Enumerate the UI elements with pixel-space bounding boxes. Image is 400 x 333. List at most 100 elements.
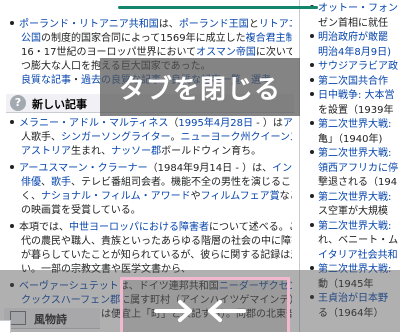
question-icon: ? (10, 95, 26, 111)
article-link[interactable]: 良質な記事 (21, 75, 71, 86)
article-link[interactable]: ナショナル・フィルム・アワード (41, 191, 191, 202)
close-tab-overlay[interactable]: タブを閉じる (100, 58, 300, 116)
article-link[interactable]: ニューヨーク州クイーンズ区 (181, 132, 293, 143)
side-item-text[interactable]: オットー・フォン (318, 3, 398, 14)
text-span: の映画賞を受賞している。 (21, 205, 141, 216)
text-span: の制度的国家合同によって1569年に成立した (41, 33, 246, 44)
article-link[interactable]: 1995年4月28日 (178, 118, 253, 129)
text-span: 、テレビ番組司会者。機能不全の男性を演じることが多 (71, 177, 292, 188)
bullet-icon (310, 121, 314, 125)
text-line: 俳優、歌手、テレビ番組司会者。機能不全の男性を演じることが多 (8, 176, 292, 190)
article-link[interactable]: 俳優 (21, 177, 41, 188)
side-list-item[interactable]: オットー・フォン (310, 2, 400, 16)
text-span: - ）は (252, 118, 283, 129)
article-link[interactable]: シンガーソングライター (61, 132, 171, 143)
side-list-item[interactable]: 第二次世界大戦: (310, 118, 400, 132)
side-list-item[interactable]: 明治4年8月9日) (318, 46, 400, 60)
text-span: 人歌手、 (21, 132, 61, 143)
article-link[interactable]: 公国 (21, 33, 41, 44)
text-span: や (190, 191, 201, 202)
text-span: に次いで広大か (255, 47, 292, 58)
side-item-text[interactable]: 第二次世界大戦: (318, 221, 391, 232)
bullet-icon (310, 34, 314, 38)
article-link[interactable]: メラニー・アドル・マルティネス (19, 118, 168, 129)
side-list-item: れ、ベニート・ム (318, 234, 400, 248)
bullet-icon (310, 77, 314, 82)
side-item-text[interactable]: 明治政府が敢罷 (318, 32, 388, 43)
text-line: く、ナショナル・フィルム・アワードやフィルムフェア賞など複数 (8, 190, 292, 204)
bullet-icon (310, 222, 314, 227)
side-item-text: を設置（1939年 (318, 104, 394, 116)
text-span: 。 (170, 132, 181, 143)
article-link[interactable]: ポーランド王国 (179, 19, 249, 30)
article-link[interactable]: アーユスマーン・クラーナー (19, 163, 148, 174)
bullet-icon (10, 120, 14, 124)
text-span: ボールドウィン育ち。 (161, 146, 262, 157)
bullet-icon (10, 165, 14, 169)
text-span: 代の農民や職人、貴族といったあらゆる階層の社会の中に障害者 (21, 236, 292, 247)
bullet-icon (310, 92, 314, 96)
side-list-item: 撃退される（194 (318, 176, 400, 190)
article-link[interactable]: インド (272, 163, 292, 174)
side-list-item[interactable]: 第二次国共合作 (310, 75, 400, 89)
side-item-text[interactable]: 第二次世界大戦: (318, 119, 391, 130)
article-link[interactable]: 歌手 (51, 177, 71, 188)
side-item-text: れ、ベニート・ム (318, 235, 399, 246)
side-list-item: を設置（1939年 (318, 104, 400, 118)
text-line: の映画賞を受賞している。 (8, 204, 292, 218)
text-span: と (248, 19, 259, 30)
side-list-item: ス空軍が大規模 (318, 205, 400, 219)
text-span: （ (168, 118, 179, 129)
side-list-item[interactable]: イタリア社会共和 (318, 249, 400, 263)
section-title: 新しい記事 (32, 98, 87, 111)
bullet-icon (310, 193, 314, 198)
side-list-item[interactable]: 第二次世界大戦: (310, 220, 400, 234)
article-link[interactable]: ポーランド・リトアニア共和国 (19, 19, 159, 30)
side-item-text[interactable]: 第二次世界大戦: (318, 148, 391, 159)
side-list-item[interactable]: 第二次世界大戦: (310, 147, 400, 161)
text-span: 生まれ、 (71, 146, 112, 157)
text-line: アストリア生まれ、ナッソー郡ボールドウィン育ち。 (8, 145, 292, 159)
text-span: 本項では、 (19, 222, 69, 233)
side-item-text[interactable]: 第二次世界大戦: (318, 192, 391, 203)
side-list-item[interactable]: 明治政府が敢罷 (310, 31, 400, 45)
side-list-item[interactable]: 領西アフリカに停 (318, 162, 400, 176)
article-link[interactable]: ナッソー郡 (111, 146, 161, 157)
text-span: 16・17世紀のヨーロッパ世界において (21, 47, 197, 58)
side-list-item[interactable]: サウジアラビア政 (310, 60, 400, 74)
side-item-text: ゼン首相に就任 (318, 17, 388, 29)
article-link[interactable]: アメリカ (283, 118, 292, 129)
text-line: 本項では、中世ヨーロッパにおける障害者について述べる。この時 (8, 221, 292, 235)
side-item-text[interactable]: イタリア社会共和 (318, 250, 398, 261)
text-span: 、 (41, 177, 51, 188)
article-link[interactable]: 中世ヨーロッパにおける障害者 (69, 222, 209, 233)
side-item-text[interactable]: 領西アフリカに停 (318, 163, 398, 174)
side-item-text[interactable]: 日中戦争: 大本営 (318, 90, 395, 101)
side-list-item[interactable]: 日中戦争: 大本営 (310, 89, 400, 103)
side-list-item: 亀」（1940年) (318, 133, 400, 147)
side-item-text: 亀」（1940年) (318, 133, 383, 145)
text-span: （1984年9月14日 - ）は、 (147, 163, 273, 174)
side-list-item: ゼン首相に就任 (318, 17, 400, 31)
text-line: 代の農民や職人、貴族といったあらゆる階層の社会の中に障害者 (8, 235, 292, 249)
side-item-text: 撃退される（194 (318, 177, 398, 188)
side-item-text[interactable]: サウジアラビア政 (318, 61, 398, 72)
corner-tab[interactable] (0, 320, 11, 333)
article-link[interactable]: 複合君主制 (246, 33, 292, 44)
text-span: ・ (71, 75, 81, 86)
text-span: について述べる。この時 (209, 222, 292, 233)
side-list-item[interactable]: 第二次世界大戦: (310, 191, 400, 205)
side-item-text[interactable]: 第二次国共合作 (318, 76, 388, 87)
side-item-text: ス空軍が大規模 (318, 206, 388, 217)
article-link[interactable]: リトアニア大 (259, 19, 292, 30)
side-item-text[interactable]: 明治4年8月9日) (318, 47, 391, 58)
article-link[interactable]: アストリア (21, 146, 71, 157)
close-tab-label: タブを閉じる (118, 75, 281, 105)
swipe-arrows-icon (154, 300, 246, 322)
text-line: ポーランド・リトアニア共和国は、ポーランド王国とリトアニア大 (8, 18, 292, 32)
article-link[interactable]: フィルムフェア賞 (201, 191, 280, 202)
bullet-icon (310, 150, 314, 154)
article-link[interactable]: オスマン帝国 (196, 47, 256, 58)
text-span: が暮らしていたことが知られているが、彼らに関する記録は乏し (21, 250, 292, 261)
text-line: 公国の制度的国家合同によって1569年に成立した複合君主制国家。 (8, 32, 292, 46)
